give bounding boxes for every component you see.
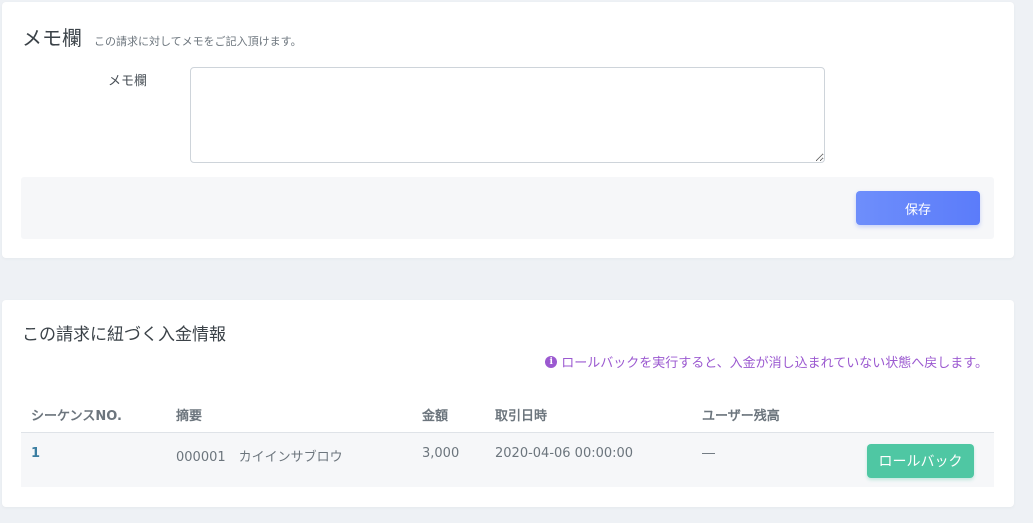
payment-table: シーケンスNO. 摘要 金額 取引日時 ユーザー残高 1 000001 カイイン…: [21, 395, 994, 487]
column-header-datetime: 取引日時: [495, 409, 548, 424]
save-button[interactable]: 保存: [856, 191, 980, 225]
memo-title: メモ欄: [22, 26, 82, 50]
table-row: 1 000001 カイインサブロウ 3,000 2020-04-06 00:00…: [21, 433, 994, 487]
payment-card: この請求に紐づく入金情報 i ロールバックを実行すると、入金が消し込まれていない…: [2, 300, 1014, 507]
info-icon: i: [545, 355, 558, 368]
memo-field-label: メモ欄: [108, 74, 148, 89]
memo-subtitle: この請求に対してメモをご記入頂けます。: [94, 35, 302, 48]
cell-balance: ―: [702, 446, 715, 461]
memo-heading: メモ欄 この請求に対してメモをご記入頂けます。: [22, 22, 302, 51]
cell-datetime: 2020-04-06 00:00:00: [495, 446, 634, 461]
memo-textarea[interactable]: [190, 67, 825, 163]
memo-card: メモ欄 この請求に対してメモをご記入頂けます。 メモ欄 保存: [2, 2, 1014, 258]
column-header-summary: 摘要: [176, 409, 203, 424]
rollback-notice-text: ロールバックを実行すると、入金が消し込まれていない状態へ戻します。: [561, 356, 988, 371]
memo-footer: 保存: [21, 177, 994, 239]
cell-summary: 000001 カイインサブロウ: [176, 450, 343, 465]
payment-section-title: この請求に紐づく入金情報: [22, 325, 226, 345]
cell-sequence: 1: [31, 446, 41, 461]
column-header-balance: ユーザー残高: [702, 409, 780, 424]
column-header-amount: 金額: [422, 409, 449, 424]
column-header-sequence: シーケンスNO.: [31, 409, 122, 424]
cell-amount: 3,000: [422, 446, 460, 461]
rollback-notice: i ロールバックを実行すると、入金が消し込まれていない状態へ戻します。: [545, 352, 988, 371]
rollback-button[interactable]: ロールバック: [867, 444, 974, 478]
table-header: シーケンスNO. 摘要 金額 取引日時 ユーザー残高: [21, 395, 994, 433]
